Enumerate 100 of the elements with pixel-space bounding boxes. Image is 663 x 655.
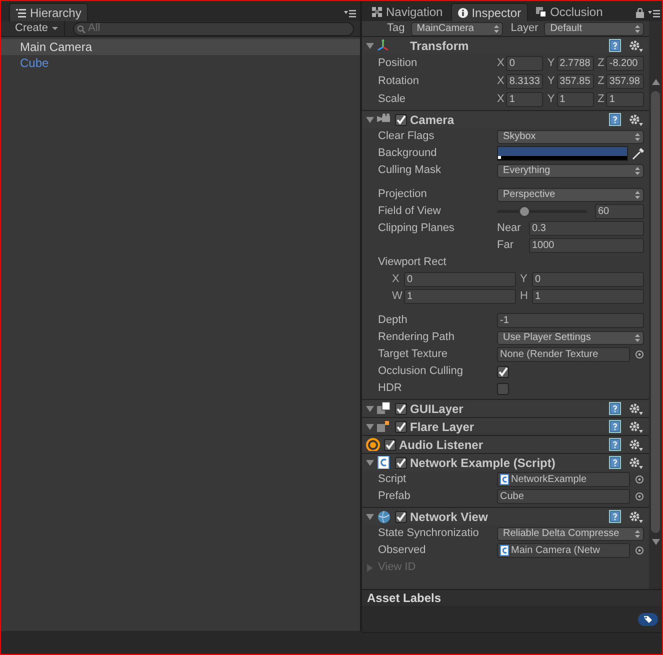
component-header[interactable]: Network View <box>362 507 649 525</box>
scrollbar[interactable] <box>649 21 662 589</box>
field-label: Clipping Planes <box>378 221 456 236</box>
foldout-arrow-icon[interactable] <box>366 404 374 412</box>
input-field[interactable]: 1 <box>606 92 644 106</box>
color-swatch[interactable] <box>497 146 628 161</box>
menu-icon[interactable] <box>648 8 660 18</box>
component-header[interactable]: Transform <box>362 36 649 54</box>
input-field[interactable]: 0.3 <box>529 221 644 236</box>
panel-tab[interactable]: Inspector <box>450 3 528 21</box>
hierarchy-item[interactable]: Cube <box>1 55 360 71</box>
speaker-ring-icon <box>366 438 380 451</box>
settings-icon[interactable] <box>629 402 643 414</box>
settings-icon[interactable] <box>629 420 643 432</box>
foldout-arrow-icon[interactable] <box>366 458 374 466</box>
dropdown[interactable]: MainCamera <box>410 22 503 36</box>
settings-icon[interactable] <box>629 438 643 450</box>
hierarchy-tab[interactable]: Hierarchy <box>9 3 88 21</box>
menu-icon[interactable] <box>344 8 356 18</box>
object-picker-icon[interactable] <box>635 350 644 359</box>
axis-label: Y <box>547 92 555 107</box>
updown-arrow-icon <box>635 530 640 538</box>
help-icon[interactable] <box>609 510 621 523</box>
input-field[interactable]: -8.200 <box>606 56 644 70</box>
slider-thumb[interactable] <box>519 206 530 217</box>
object-field[interactable]: NetworkExample <box>497 472 630 487</box>
checkbox[interactable] <box>395 114 407 126</box>
object-picker-icon[interactable] <box>635 546 644 555</box>
object-field[interactable]: Cube <box>497 489 630 504</box>
help-icon[interactable] <box>609 402 621 415</box>
checkbox[interactable] <box>497 382 509 394</box>
component-title: Network Example (Script) <box>410 454 556 472</box>
checkbox[interactable] <box>497 366 509 378</box>
foldout-arrow-icon[interactable] <box>366 116 374 124</box>
input-field[interactable]: 1 <box>404 289 516 304</box>
input-field[interactable]: 2.7788 <box>556 56 594 70</box>
component-header[interactable]: Audio Listener <box>362 435 649 453</box>
help-icon[interactable] <box>609 39 621 52</box>
input-field[interactable]: 0 <box>404 272 516 287</box>
field-label: HDR <box>378 381 403 396</box>
input-field[interactable]: -1 <box>497 313 644 328</box>
panel-tab[interactable]: Navigation <box>366 3 449 21</box>
checkbox[interactable] <box>395 420 407 432</box>
field-label: Rendering Path <box>378 330 456 346</box>
dropdown[interactable]: Everything <box>497 164 644 178</box>
input-field[interactable]: 8.3133 <box>506 74 544 88</box>
lock-icon[interactable] <box>636 8 644 18</box>
field-label: Field of View <box>378 204 442 220</box>
foldout-arrow-icon[interactable] <box>366 422 374 430</box>
input-field[interactable]: 1000 <box>529 238 644 253</box>
checkbox[interactable] <box>395 456 407 468</box>
dropdown[interactable]: Reliable Delta Compresse <box>497 526 644 540</box>
dropdown[interactable]: Use Player Settings <box>497 330 644 344</box>
hierarchy-item[interactable]: Main Camera <box>1 39 360 55</box>
field-label: Far <box>497 238 514 254</box>
eyedropper-icon[interactable] <box>632 148 644 160</box>
field-label: Clear Flags <box>378 129 436 144</box>
settings-icon[interactable] <box>629 114 643 126</box>
up-arrow-icon[interactable] <box>652 79 660 85</box>
field-label: Script <box>378 472 408 488</box>
component-header[interactable]: Camera <box>362 110 649 128</box>
input-field[interactable]: 0 <box>532 272 644 287</box>
field-label: Layer <box>510 21 538 36</box>
field-label: Occlusion Culling <box>378 364 464 380</box>
component-title: Audio Listener <box>399 436 484 454</box>
script-icon <box>500 545 509 556</box>
help-icon[interactable] <box>609 456 621 469</box>
dropdown[interactable]: Default <box>544 22 644 36</box>
component-header[interactable]: Network Example (Script) <box>362 453 649 471</box>
component-header[interactable]: Flare Layer <box>362 417 649 435</box>
checkbox[interactable] <box>384 438 396 450</box>
caret-icon <box>52 27 58 30</box>
tag-icon[interactable] <box>638 612 658 626</box>
foldout-arrow-icon[interactable] <box>366 512 374 520</box>
down-arrow-icon[interactable] <box>652 539 660 545</box>
settings-icon[interactable] <box>629 510 643 522</box>
checkbox[interactable] <box>395 402 407 414</box>
help-icon[interactable] <box>609 438 621 451</box>
dropdown[interactable]: Skybox <box>497 130 644 144</box>
input-field[interactable]: 60 <box>595 204 644 219</box>
foldout-arrow-icon[interactable] <box>366 42 374 50</box>
component-header[interactable]: GUILayer <box>362 399 649 417</box>
input-field[interactable]: 1 <box>532 289 644 304</box>
settings-icon[interactable] <box>629 456 643 468</box>
object-field[interactable]: Main Camera (Netw <box>497 543 630 558</box>
input-field[interactable]: 357.98 <box>606 74 644 88</box>
input-field[interactable]: 357.85 <box>556 74 594 88</box>
object-field[interactable]: None (Render Texture <box>497 347 630 362</box>
input-field[interactable]: 1 <box>506 92 544 106</box>
input-field[interactable]: 1 <box>556 92 594 106</box>
settings-icon[interactable] <box>629 40 643 52</box>
checkbox[interactable] <box>395 510 407 522</box>
dropdown[interactable]: Perspective <box>497 188 644 202</box>
help-icon[interactable] <box>609 420 621 433</box>
input-field[interactable]: 0 <box>506 56 544 70</box>
create-dropdown[interactable]: Create <box>9 21 66 36</box>
section-header: Asset Labels <box>362 589 662 606</box>
panel-tab[interactable]: Occlusion <box>530 3 609 21</box>
help-icon[interactable] <box>609 113 621 126</box>
axis-label: Y <box>547 56 555 71</box>
